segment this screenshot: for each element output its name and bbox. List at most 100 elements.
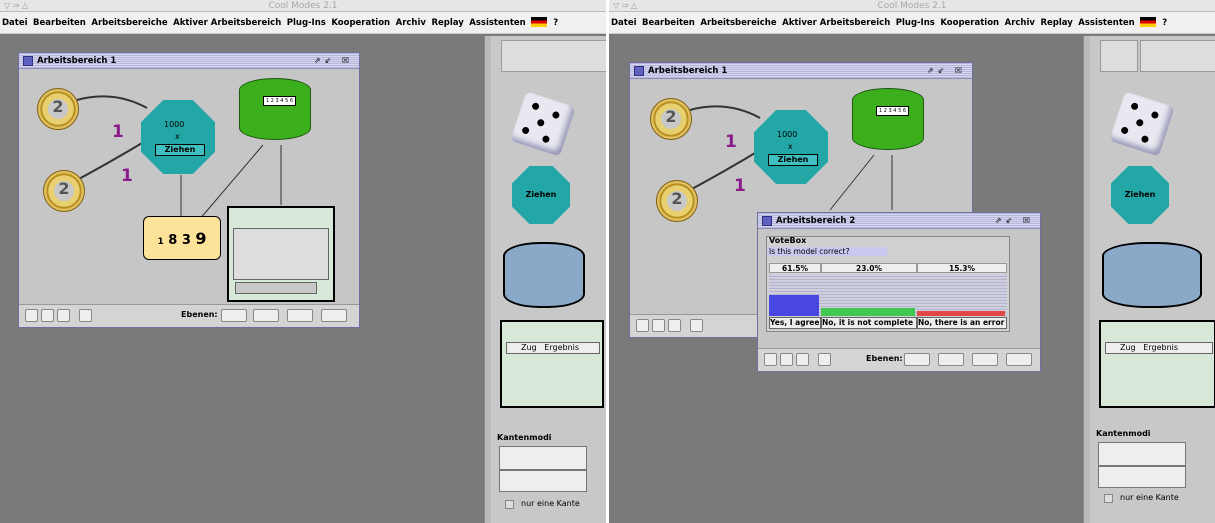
table-palette-icon[interactable]: Zug Ergebnis — [500, 320, 604, 408]
layer-icon[interactable] — [938, 353, 964, 366]
workspace-titlebar[interactable]: Arbeitsbereich 1 ⇗⇙ ☒ — [630, 63, 972, 79]
vote-percent: 15.3% — [917, 263, 1007, 273]
toolbar-icon[interactable] — [79, 309, 92, 322]
edge-label: 1 — [112, 122, 124, 142]
window-controls[interactable]: ▽ ⇒ △ — [4, 0, 28, 12]
draw-button[interactable]: Ziehen — [768, 154, 818, 166]
table-palette-icon[interactable]: Zug Ergebnis — [1099, 320, 1215, 408]
workspace-window-2: Arbeitsbereich 2 ⇗⇙ ☒ VoteBox Is this mod… — [757, 212, 1041, 372]
menu-kooperation[interactable]: Kooperation — [331, 18, 390, 28]
edge-mode-curve[interactable] — [499, 446, 587, 470]
menu-datei[interactable]: Datei — [2, 18, 28, 28]
window-buttons-icon[interactable]: ⇗⇙ ☒ — [995, 213, 1034, 229]
menu-archiv[interactable]: Archiv — [396, 18, 426, 28]
workspace-icon — [634, 66, 644, 76]
toolbar-icon[interactable] — [668, 319, 681, 332]
workspace-titlebar[interactable]: Arbeitsbereich 2 ⇗⇙ ☒ — [758, 213, 1040, 229]
palette-tab[interactable] — [501, 40, 606, 72]
palette-tab[interactable] — [1100, 40, 1138, 72]
vote-answer-button[interactable]: No, there is an error — [917, 317, 1007, 329]
toolbar-icon[interactable] — [636, 319, 649, 332]
menu-kooperation[interactable]: Kooperation — [940, 18, 999, 28]
edge-label: 1 — [121, 166, 133, 186]
menu-plugins[interactable]: Plug-Ins — [896, 18, 935, 28]
euro-coin-icon[interactable]: 2 — [37, 88, 79, 130]
toolbar-icon[interactable] — [796, 353, 809, 366]
menu-archiv[interactable]: Archiv — [1005, 18, 1035, 28]
urn-object[interactable] — [852, 88, 924, 150]
toolbar-icon[interactable] — [25, 309, 38, 322]
dice-icon[interactable] — [510, 91, 576, 157]
toolbar-icon[interactable] — [41, 309, 54, 322]
workspace-canvas[interactable]: VoteBox Is this model correct? 61.5% 23.… — [758, 230, 1040, 348]
layer-icon[interactable] — [253, 309, 279, 322]
menu-replay[interactable]: Replay — [431, 18, 463, 28]
layer-icon[interactable] — [904, 353, 930, 366]
vote-answer-button[interactable]: No, it is not complete — [821, 317, 917, 329]
menu-bearbeiten[interactable]: Bearbeiten — [642, 18, 695, 28]
panel-tabs[interactable] — [235, 282, 317, 294]
menu-datei[interactable]: Datei — [611, 18, 637, 28]
urn-palette-icon[interactable] — [1102, 242, 1202, 308]
layer-icon[interactable] — [321, 309, 347, 322]
window-buttons-icon[interactable]: ⇗⇙ ☒ — [314, 53, 353, 69]
draw-button[interactable]: Ziehen — [155, 144, 205, 156]
layer-icon[interactable] — [221, 309, 247, 322]
votebox-question: Is this model correct? — [767, 247, 887, 256]
dice-icon[interactable] — [1109, 91, 1175, 157]
toolbar-icon[interactable] — [690, 319, 703, 332]
menu-bearbeiten[interactable]: Bearbeiten — [33, 18, 86, 28]
euro-coin-icon[interactable]: 2 — [650, 98, 692, 140]
edge-mode-straight[interactable] — [499, 470, 587, 492]
layer-icon[interactable] — [972, 353, 998, 366]
urn-object[interactable] — [239, 78, 311, 140]
octagon-label: Ziehen — [1124, 190, 1156, 199]
menu-replay[interactable]: Replay — [1040, 18, 1072, 28]
euro-coin-icon[interactable]: 2 — [43, 170, 85, 212]
single-edge-checkbox[interactable] — [1104, 494, 1113, 503]
window-titlebar: ▽ ⇒ △ Cool Modes 2.1 — [0, 0, 606, 12]
layer-icon[interactable] — [287, 309, 313, 322]
window-buttons-icon[interactable]: ⇗⇙ ☒ — [927, 63, 966, 79]
palette-scrollbar[interactable] — [1084, 36, 1090, 523]
right-screenshot: ▽ ⇒ △ Cool Modes 2.1 Datei Bearbeiten Arbei… — [609, 0, 1215, 523]
menu-assistenten[interactable]: Assistenten — [469, 18, 525, 28]
euro-coin-icon[interactable]: 2 — [656, 180, 698, 222]
votebox-title: VoteBox — [769, 236, 807, 245]
reel-number: 3 — [181, 233, 191, 248]
menu-help[interactable]: ? — [553, 18, 558, 28]
palette-tab[interactable] — [1140, 40, 1215, 72]
single-edge-checkbox[interactable] — [505, 500, 514, 509]
menu-aktiver-arbeitsbereich[interactable]: Aktiver Arbeitsbereich — [173, 18, 281, 28]
edge-mode-straight[interactable] — [1098, 466, 1186, 488]
votebox[interactable]: VoteBox Is this model correct? 61.5% 23.… — [766, 236, 1010, 332]
result-panel[interactable] — [227, 206, 335, 302]
menu-plugins[interactable]: Plug-Ins — [287, 18, 326, 28]
single-edge-label: nur eine Kante — [1120, 493, 1179, 502]
ebenen-label: Ebenen: — [866, 354, 903, 363]
toolbar-icon[interactable] — [652, 319, 665, 332]
toolbar-icon[interactable] — [780, 353, 793, 366]
workspace-icon — [23, 56, 33, 66]
menu-arbeitsbereiche[interactable]: Arbeitsbereiche — [700, 18, 776, 28]
number-reels[interactable]: 1 8 3 9 — [143, 216, 221, 260]
workspace-canvas[interactable]: 2 2 1 1 1000 x Ziehen 1 2 3 4 5 6 1 8 3 … — [19, 70, 359, 304]
urn-palette-icon[interactable] — [503, 242, 585, 308]
german-flag-icon[interactable] — [531, 17, 548, 27]
menu-help[interactable]: ? — [1162, 18, 1167, 28]
window-controls[interactable]: ▽ ⇒ △ — [613, 0, 637, 12]
layer-icon[interactable] — [1006, 353, 1032, 366]
table-header: Zug Ergebnis — [1105, 342, 1213, 354]
german-flag-icon[interactable] — [1140, 17, 1157, 27]
workspace-titlebar[interactable]: Arbeitsbereich 1 ⇗⇙ ☒ — [19, 53, 359, 69]
window-titlebar: ▽ ⇒ △ Cool Modes 2.1 — [609, 0, 1215, 12]
palette-scrollbar[interactable] — [485, 36, 491, 523]
menu-aktiver-arbeitsbereich[interactable]: Aktiver Arbeitsbereich — [782, 18, 890, 28]
toolbar-icon[interactable] — [818, 353, 831, 366]
menu-arbeitsbereiche[interactable]: Arbeitsbereiche — [91, 18, 167, 28]
vote-answer-button[interactable]: Yes, I agree — [769, 317, 821, 329]
toolbar-icon[interactable] — [764, 353, 777, 366]
toolbar-icon[interactable] — [57, 309, 70, 322]
edge-mode-curve[interactable] — [1098, 442, 1186, 466]
menu-assistenten[interactable]: Assistenten — [1078, 18, 1134, 28]
